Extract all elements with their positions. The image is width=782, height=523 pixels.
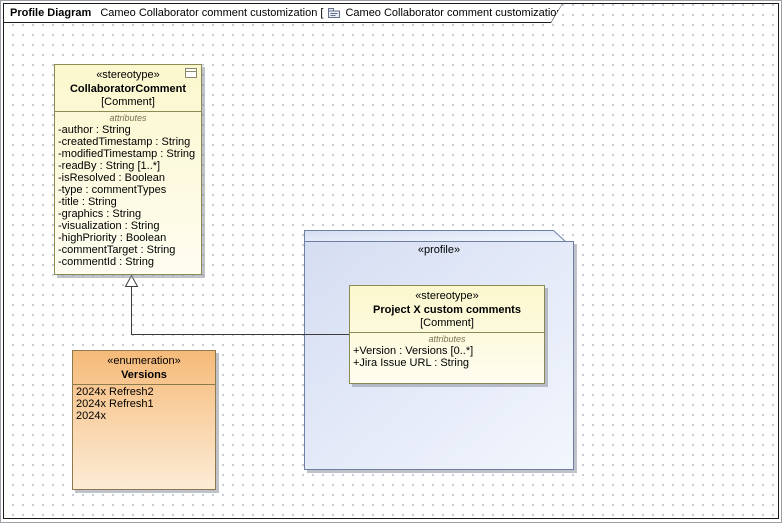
metaclass-label: [Comment] bbox=[57, 96, 199, 109]
enumeration-literal[interactable]: 2024x bbox=[73, 410, 215, 422]
profile-diagram-canvas: Profile Diagram Cameo Collaborator comme… bbox=[0, 0, 782, 523]
attribute-row[interactable]: -createdTimestamp : String bbox=[55, 136, 201, 148]
enumeration-name: Versions bbox=[75, 368, 213, 382]
metaclass-label: [Comment] bbox=[352, 317, 542, 330]
attribute-row[interactable]: +Jira Issue URL : String bbox=[350, 357, 544, 369]
class-icon bbox=[185, 68, 198, 79]
attribute-row[interactable]: -author : String bbox=[55, 124, 201, 136]
stereotype-class-collaborator-comment[interactable]: «stereotype» CollaboratorComment [Commen… bbox=[54, 64, 202, 275]
attributes-label: attributes bbox=[55, 113, 201, 124]
attribute-row[interactable]: -title : String bbox=[55, 196, 201, 208]
class-name: CollaboratorComment bbox=[57, 82, 199, 96]
attribute-row[interactable]: -isResolved : Boolean bbox=[55, 172, 201, 184]
diagram-type-label: Profile Diagram bbox=[10, 7, 91, 19]
attribute-row[interactable]: -modifiedTimestamp : String bbox=[55, 148, 201, 160]
attribute-row[interactable]: -visualization : String bbox=[55, 220, 201, 232]
profile-package-label: «profile» bbox=[304, 244, 574, 256]
enumeration-literal[interactable]: 2024x Refresh1 bbox=[73, 398, 215, 410]
stereotype-keyword: «stereotype» bbox=[57, 69, 199, 82]
attribute-row[interactable]: -readBy : String [1..*] bbox=[55, 160, 201, 172]
class-name: Project X custom comments bbox=[352, 303, 542, 317]
diagram-frame-header[interactable]: Profile Diagram Cameo Collaborator comme… bbox=[3, 3, 563, 23]
diagram-name-label: Cameo Collaborator comment customization… bbox=[100, 7, 323, 19]
attributes-compartment: attributes -author : String -createdTime… bbox=[55, 111, 201, 268]
enumeration-versions[interactable]: «enumeration» Versions 2024x Refresh2 20… bbox=[72, 350, 216, 490]
package-icon bbox=[327, 7, 341, 19]
stereotype-keyword: «enumeration» bbox=[75, 355, 213, 368]
attribute-row[interactable]: -commentId : String bbox=[55, 256, 201, 268]
generalization-arrowhead bbox=[126, 276, 138, 287]
enumeration-literal[interactable]: 2024x Refresh2 bbox=[73, 386, 215, 398]
diagram-frame[interactable]: Profile Diagram Cameo Collaborator comme… bbox=[3, 3, 779, 519]
attribute-row[interactable]: +Version : Versions [0..*] bbox=[350, 345, 544, 357]
stereotype-keyword: «stereotype» bbox=[352, 290, 542, 303]
diagram-ref-label: Cameo Collaborator comment customization… bbox=[345, 7, 568, 19]
attributes-compartment: attributes +Version : Versions [0..*] +J… bbox=[350, 332, 544, 369]
attributes-label: attributes bbox=[350, 334, 544, 345]
stereotype-class-project-x[interactable]: «stereotype» Project X custom comments [… bbox=[349, 285, 545, 384]
literals-compartment: 2024x Refresh2 2024x Refresh1 2024x bbox=[73, 384, 215, 422]
attribute-row[interactable]: -type : commentTypes bbox=[55, 184, 201, 196]
attribute-row[interactable]: -highPriority : Boolean bbox=[55, 232, 201, 244]
attribute-row[interactable]: -graphics : String bbox=[55, 208, 201, 220]
attribute-row[interactable]: -commentTarget : String bbox=[55, 244, 201, 256]
